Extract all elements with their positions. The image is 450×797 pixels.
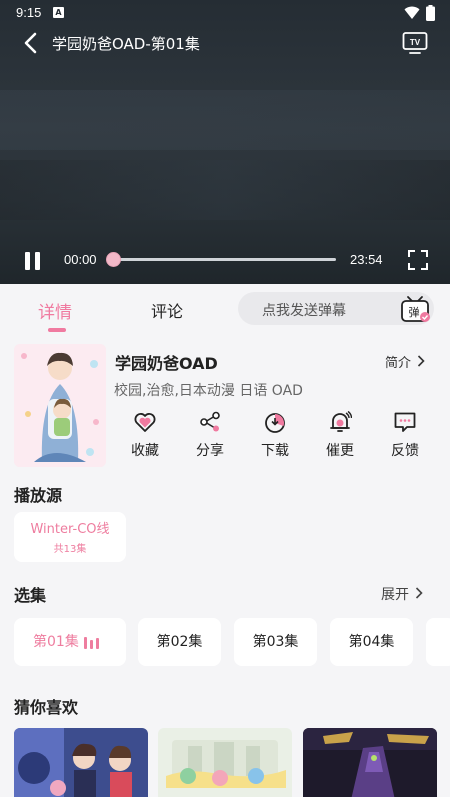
player-controls: 00:00 23:54 (0, 244, 450, 276)
total-time: 23:54 (350, 252, 383, 267)
back-icon[interactable] (20, 30, 42, 56)
expand-button[interactable]: 展开 (381, 584, 423, 604)
video-frame-texture (0, 90, 450, 150)
download-icon (265, 413, 285, 433)
tv-cast-icon[interactable]: TV (402, 31, 428, 55)
status-time: 9:15 (16, 5, 42, 20)
svg-text:TV: TV (410, 38, 421, 47)
episode-item[interactable] (426, 618, 450, 666)
danmaku-toggle-icon[interactable]: 弹 (399, 295, 431, 323)
tab-detail[interactable]: 详情 (38, 298, 72, 323)
episode-label: 第04集 (348, 634, 395, 650)
recommend-card[interactable] (14, 728, 148, 797)
seek-knob[interactable] (106, 252, 121, 267)
episode-item[interactable]: 第02集 (138, 618, 221, 666)
download-button[interactable]: 下载 (249, 410, 301, 468)
urge-update-label: 催更 (326, 443, 354, 459)
video-frame-texture (0, 160, 450, 220)
tab-bar: 详情 评论 点我发送弹幕 弹 (0, 284, 450, 334)
danmaku-icon-label: 弹 (409, 305, 420, 319)
danmaku-placeholder: 点我发送弹幕 (262, 303, 346, 319)
pause-icon[interactable] (22, 250, 44, 272)
wifi-icon (404, 6, 420, 19)
expand-label: 展开 (381, 587, 409, 603)
recommend-list (14, 728, 450, 797)
share-button[interactable]: 分享 (184, 410, 236, 468)
show-info: 学园奶爸OAD 简介 校园,治愈,日本动漫 日语 OAD 收藏 分享 下载 催更… (0, 342, 450, 472)
episode-list: 第01集 第02集 第03集 第04集 (14, 618, 450, 666)
player-top-bar: 学园奶爸OAD-第01集 TV (0, 28, 450, 58)
show-poster (14, 344, 106, 467)
battery-icon (426, 5, 435, 21)
seek-bar[interactable] (106, 252, 336, 267)
episode-item[interactable]: 第04集 (330, 618, 413, 666)
urge-update-button[interactable]: 催更 (314, 410, 366, 468)
current-time: 00:00 (64, 252, 97, 267)
action-row: 收藏 分享 下载 催更 反馈 (114, 410, 434, 470)
source-section-title: 播放源 (14, 486, 63, 505)
tab-comment[interactable]: 评论 (151, 298, 183, 322)
show-tags: 校园,治愈,日本动漫 日语 OAD (114, 383, 303, 399)
show-title: 学园奶爸OAD (115, 354, 218, 373)
recommend-card[interactable] (303, 728, 437, 797)
download-label: 下载 (261, 443, 289, 459)
heart-icon (134, 413, 156, 432)
notification-icon: A (53, 7, 64, 18)
episodes-section-title: 选集 (14, 586, 47, 605)
tab-active-indicator (48, 328, 66, 332)
source-episode-count: 共13集 (53, 544, 87, 555)
episode-label: 第02集 (156, 634, 203, 650)
favorite-label: 收藏 (131, 443, 159, 459)
episode-item[interactable]: 第01集 (14, 618, 126, 666)
share-label: 分享 (196, 443, 224, 459)
episode-item[interactable]: 第03集 (234, 618, 317, 666)
recommend-card[interactable] (158, 728, 292, 797)
feedback-button[interactable]: 反馈 (379, 410, 431, 468)
feedback-icon (394, 412, 416, 432)
share-icon (200, 411, 220, 432)
intro-button[interactable]: 简介 (385, 352, 425, 371)
source-name: Winter-CO线 (30, 522, 110, 537)
recommend-section-title: 猜你喜欢 (14, 698, 79, 717)
source-option[interactable]: Winter-CO线 共13集 (14, 512, 126, 562)
now-playing-icon (84, 637, 104, 649)
bell-icon (330, 410, 352, 432)
chevron-right-icon (415, 587, 423, 599)
episode-label: 第01集 (33, 634, 79, 650)
fullscreen-icon[interactable] (406, 248, 430, 272)
detail-panel: 详情 评论 点我发送弹幕 弹 学园奶爸OAD 简介 校园,治愈,日本动漫 日语 … (0, 284, 450, 797)
feedback-label: 反馈 (391, 443, 419, 459)
episode-label: 第03集 (252, 634, 299, 650)
favorite-button[interactable]: 收藏 (119, 410, 171, 468)
status-bar: 9:15 A (0, 0, 450, 28)
intro-label: 简介 (385, 356, 412, 371)
chevron-right-icon (417, 355, 425, 367)
video-title: 学园奶爸OAD-第01集 (52, 35, 200, 53)
video-player[interactable]: 9:15 A 学园奶爸OAD-第01集 TV 00:00 23:54 (0, 0, 450, 284)
